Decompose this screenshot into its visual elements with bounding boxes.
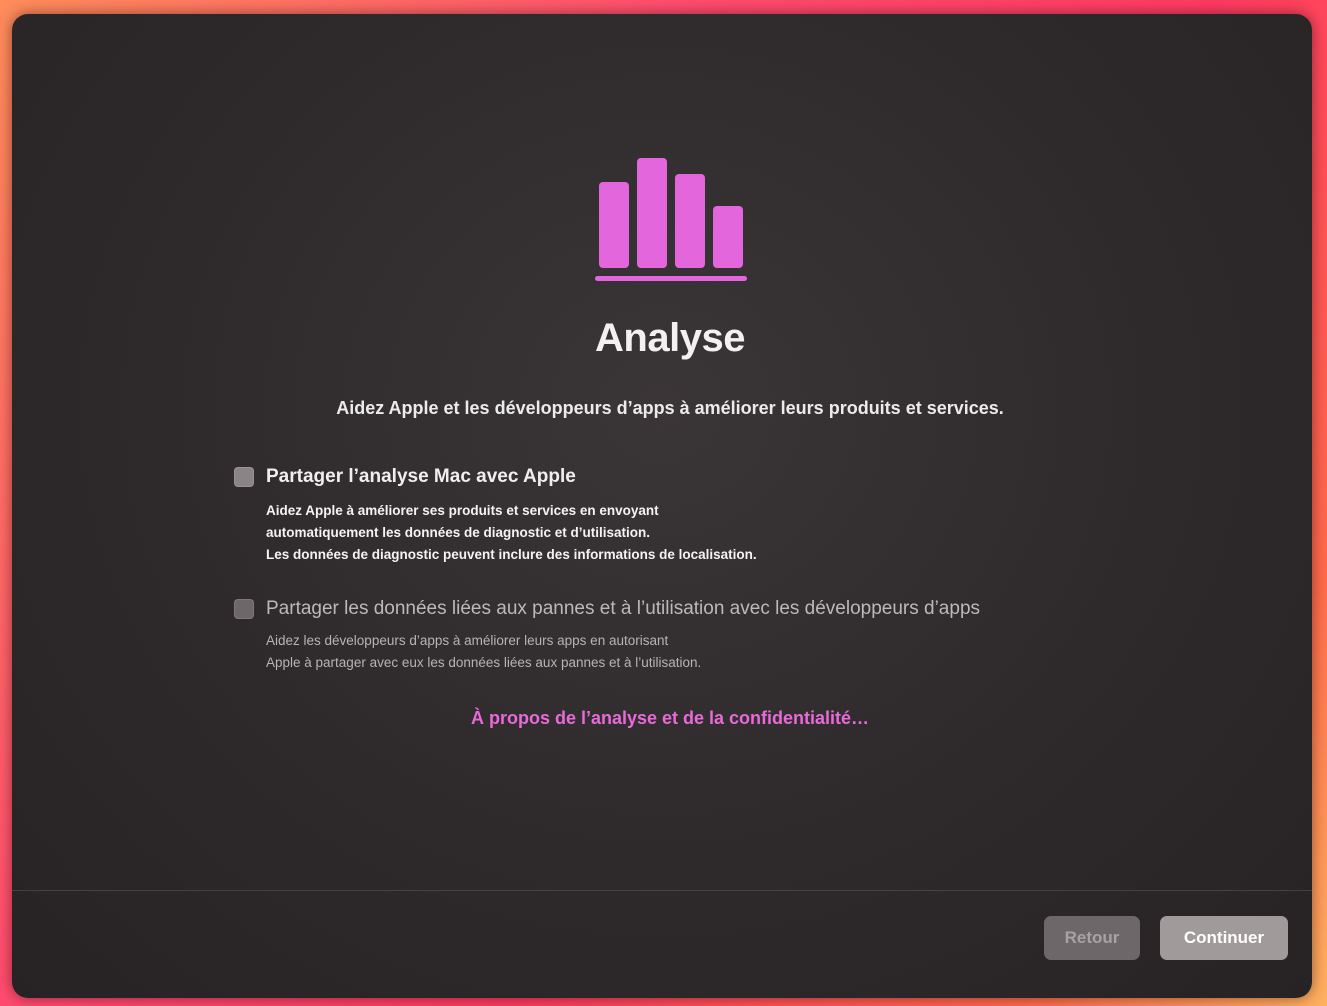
bar-4-icon [713,206,743,268]
privacy-link[interactable]: À propos de l’analyse et de la confident… [12,708,1312,729]
share-developer-data-row[interactable]: Partager les données liées aux pannes et… [234,598,1134,620]
share-developer-data-description: Aidez les développeurs d’apps à améliore… [266,630,1134,674]
bar-2-icon [637,158,667,268]
footer-divider [12,890,1312,891]
setup-assistant-window: Analyse Aidez Apple et les développeurs … [12,14,1312,998]
description-line: Apple à partager avec eux les données li… [266,655,702,670]
analytics-bars-svg [595,158,747,281]
share-mac-analytics-option: Partager l’analyse Mac avec Apple Aidez … [234,466,1134,566]
back-button[interactable]: Retour [1044,916,1140,960]
share-developer-data-checkbox[interactable] [234,599,254,619]
analytics-bars-icon [595,144,755,289]
continue-button[interactable]: Continuer [1160,916,1288,960]
share-developer-data-label[interactable]: Partager les données liées aux pannes et… [266,598,980,620]
page-subtitle: Aidez Apple et les développeurs d’apps à… [336,398,1004,418]
description-line: automatiquement les données de diagnosti… [266,525,651,540]
baseline-icon [595,276,747,281]
description-line: Aidez Apple à améliorer ses produits et … [266,503,659,518]
share-mac-analytics-checkbox[interactable] [234,467,254,487]
share-developer-data-option: Partager les données liées aux pannes et… [234,598,1134,674]
bar-3-icon [675,174,705,268]
description-line: Aidez les développeurs d’apps à améliore… [266,633,669,648]
bar-1-icon [599,182,629,268]
description-line: Les données de diagnostic peuvent inclur… [266,547,757,562]
page-title: Analyse [595,316,745,360]
share-mac-analytics-description: Aidez Apple à améliorer ses produits et … [266,500,1134,566]
share-mac-analytics-row[interactable]: Partager l’analyse Mac avec Apple [234,466,1134,488]
share-mac-analytics-label[interactable]: Partager l’analyse Mac avec Apple [266,466,576,488]
